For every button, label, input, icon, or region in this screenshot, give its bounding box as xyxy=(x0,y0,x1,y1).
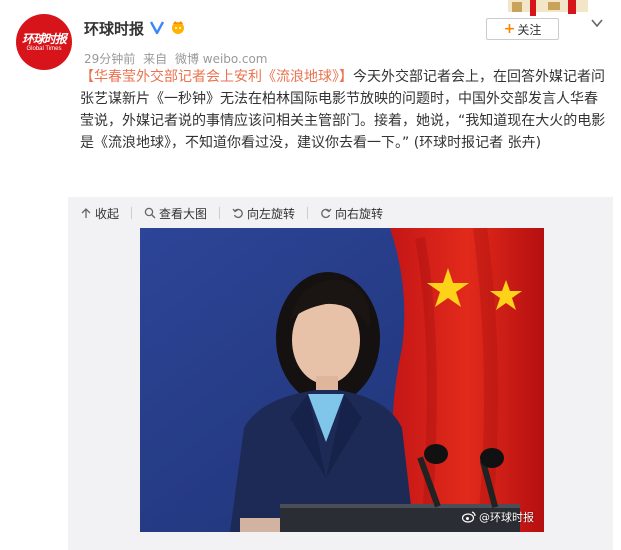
source-prefix: 来自 xyxy=(143,52,168,66)
rotate-right-icon xyxy=(321,208,332,219)
collapse-button[interactable]: 收起 xyxy=(80,205,119,222)
account-name[interactable]: 环球时报 xyxy=(84,18,144,39)
rotate-left-icon xyxy=(232,208,243,219)
media-actions: 收起 查看大图 向左旋转 向右旋转 xyxy=(80,203,395,223)
festival-decoration xyxy=(508,0,588,16)
divider xyxy=(307,207,309,219)
collapse-icon xyxy=(81,208,91,218)
zoom-icon xyxy=(144,207,156,219)
post-source[interactable]: 微博 weibo.com xyxy=(175,52,268,66)
rotate-right-label: 向右旋转 xyxy=(335,206,384,221)
avatar-logo-text: 环球时报 xyxy=(21,32,67,46)
chevron-down-icon[interactable] xyxy=(590,16,604,30)
post-photo[interactable] xyxy=(140,228,544,532)
follow-label: 关注 xyxy=(517,22,542,37)
vip-crown-icon xyxy=(172,21,184,34)
post-text: 【华春莹外交部记者会上安利《流浪地球》】今天外交部记者会上，在回答外媒记者问张艺… xyxy=(80,66,608,154)
rotate-right-button[interactable]: 向右旋转 xyxy=(320,205,383,222)
plus-icon: + xyxy=(503,21,516,37)
post-header: 环球时报 Global Times 环球时报 29分钟前 来自 微博 weibo… xyxy=(0,0,621,70)
weibo-logo-icon xyxy=(462,511,476,523)
divider xyxy=(131,207,133,219)
topic-link[interactable]: 【华春莹外交部记者会上安利《流浪地球》】 xyxy=(80,69,353,85)
watermark-text: @环球时报 xyxy=(479,511,534,524)
avatar[interactable]: 环球时报 Global Times xyxy=(16,14,72,70)
collapse-label: 收起 xyxy=(95,206,120,221)
follow-button[interactable]: + 关注 xyxy=(486,18,559,40)
post-time[interactable]: 29分钟前 xyxy=(84,52,135,66)
view-large-button[interactable]: 查看大图 xyxy=(144,205,207,222)
avatar-logo-sub: Global Times xyxy=(26,46,62,52)
rotate-left-label: 向左旋转 xyxy=(247,206,296,221)
view-large-label: 查看大图 xyxy=(159,206,208,221)
divider xyxy=(219,207,221,219)
rotate-left-button[interactable]: 向左旋转 xyxy=(232,205,295,222)
photo-watermark: @环球时报 xyxy=(462,509,534,525)
photo-spokesperson-image xyxy=(140,228,544,532)
verified-icon xyxy=(149,21,165,35)
post-meta: 29分钟前 来自 微博 weibo.com xyxy=(84,50,272,67)
